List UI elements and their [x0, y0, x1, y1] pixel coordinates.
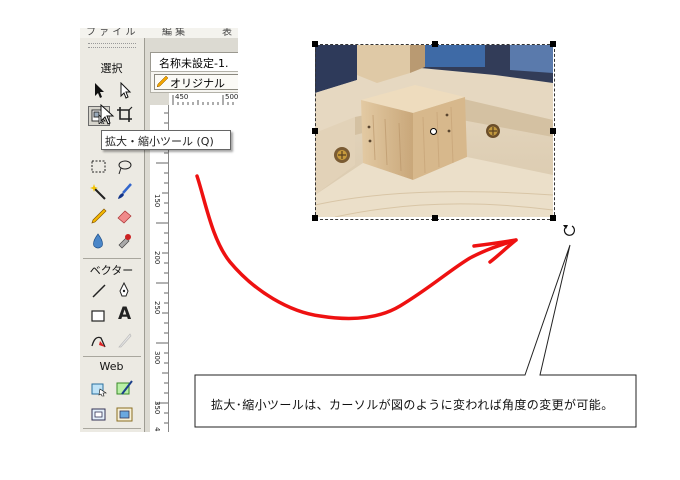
- callout-text: 拡大･縮小ツールは、カーソルが図のように変われば角度の変更が可能。: [211, 398, 614, 412]
